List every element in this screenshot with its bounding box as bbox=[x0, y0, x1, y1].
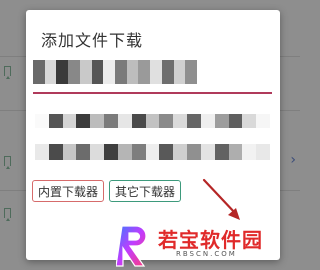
bookmark-icon bbox=[4, 156, 11, 169]
bookmark-icon bbox=[4, 66, 11, 79]
watermark-text: 若宝软件园 bbox=[158, 228, 263, 252]
annotation-arrow-icon bbox=[202, 178, 240, 220]
download-path-line bbox=[35, 144, 271, 160]
download-info-line bbox=[35, 114, 271, 128]
watermark-logo-icon bbox=[116, 225, 147, 267]
dialog-title: 添加文件下载 bbox=[41, 31, 144, 50]
url-input-underline bbox=[33, 92, 272, 94]
watermark-subtext: RBSCN.COM bbox=[176, 250, 237, 258]
chevron-right-icon[interactable]: › bbox=[290, 152, 296, 168]
url-input-field[interactable] bbox=[33, 60, 198, 84]
bookmark-icon bbox=[4, 208, 11, 221]
builtin-downloader-button[interactable]: 内置下载器 bbox=[32, 180, 105, 202]
other-downloader-button[interactable]: 其它下载器 bbox=[109, 180, 182, 202]
